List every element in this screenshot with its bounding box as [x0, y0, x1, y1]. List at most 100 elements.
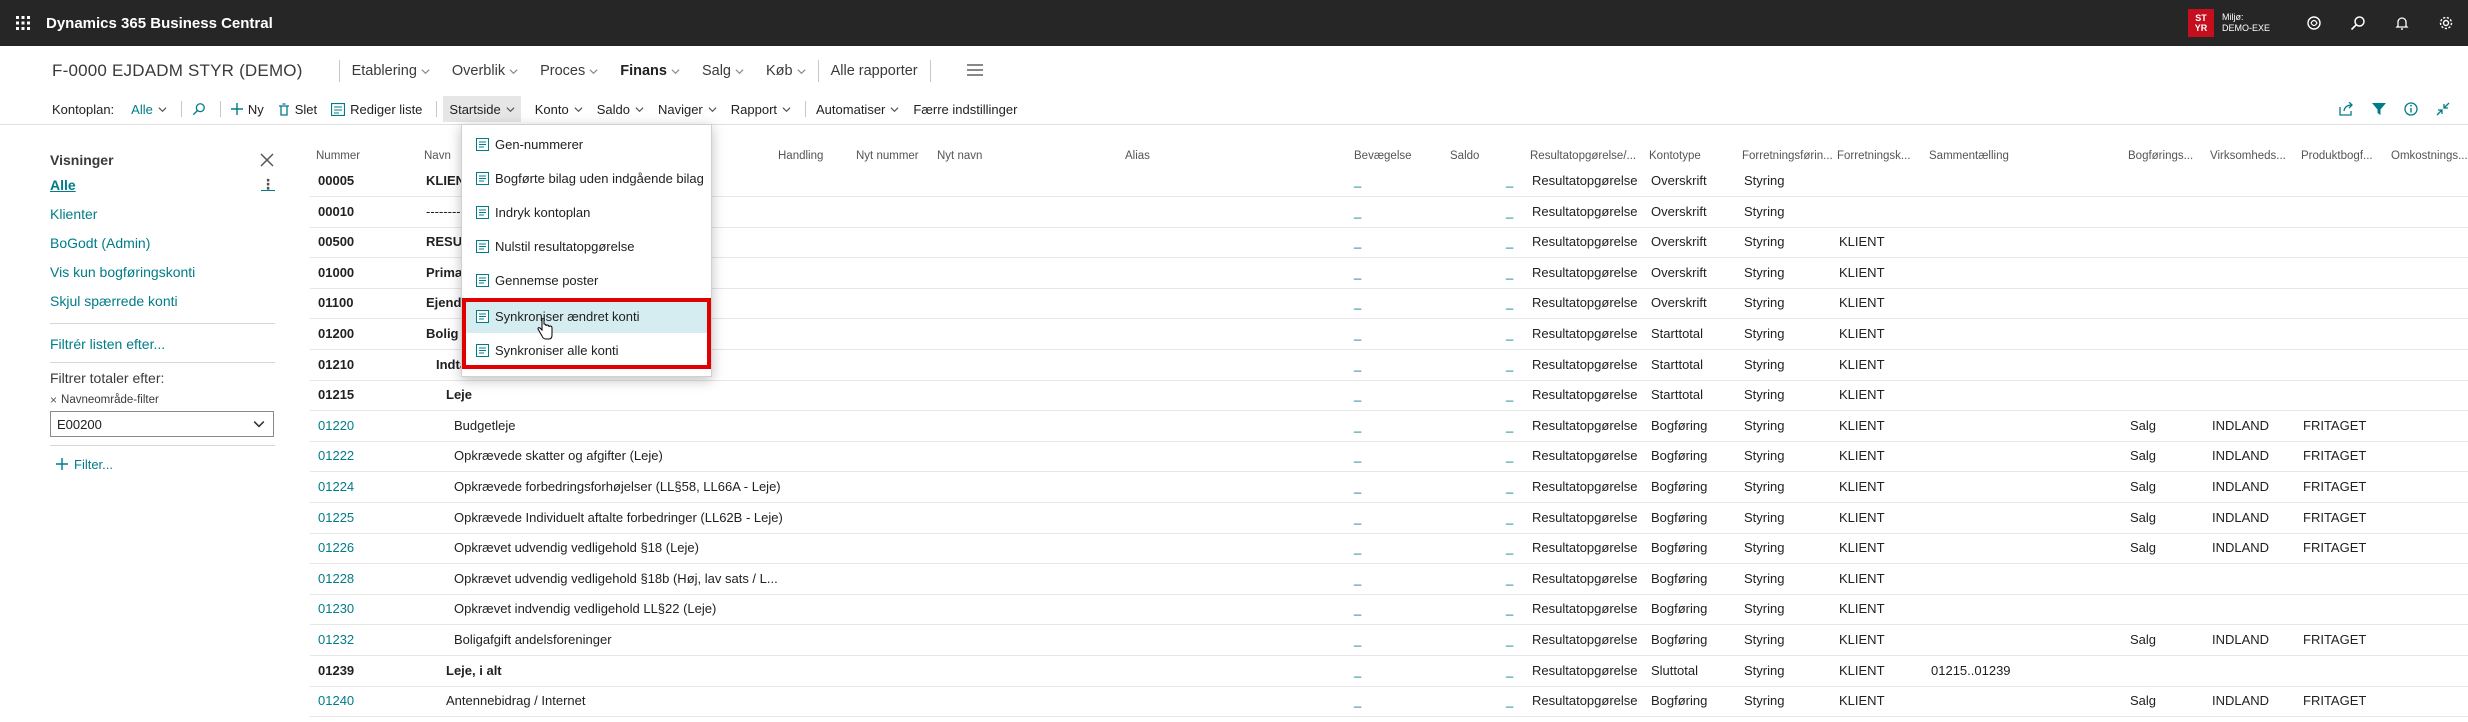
account-type: Starttotal [1651, 356, 1704, 372]
balance-link: _ [1506, 356, 1514, 372]
divider [0, 124, 2468, 125]
collapse-icon[interactable] [2436, 102, 2450, 116]
namespace-filter-chip[interactable]: × Navneområde-filter [50, 391, 275, 409]
movement-link: _ [1354, 295, 1362, 311]
account-number: 00005 [318, 173, 355, 188]
column-header[interactable]: Forretningsførin... [1742, 150, 1833, 162]
table-row[interactable]: 01240 Antennebidrag / Internet _ _ Resultato… [310, 686, 2468, 718]
namespace-filter-select[interactable]: E00200 [50, 411, 274, 437]
nav-all-reports[interactable]: Alle rapporter [831, 63, 918, 79]
startside-menu[interactable]: Startside [443, 96, 521, 122]
table-row[interactable]: 01228 Opkrævet udvendig vedligehold §18b … [310, 564, 2468, 595]
column-header[interactable]: Omkostnings... [2391, 150, 2468, 162]
list-search-button[interactable] [192, 96, 206, 122]
account-number[interactable]: 01230 [318, 594, 354, 624]
column-header[interactable]: Nyt nummer [856, 150, 919, 162]
account-number[interactable]: 01220 [318, 411, 354, 441]
nav-etablering[interactable]: Etablering [352, 63, 430, 79]
column-header[interactable]: Virksomheds... [2210, 150, 2286, 162]
vat-bus-posting-group: INDLAND [2212, 448, 2270, 464]
copilot-icon[interactable] [2292, 0, 2336, 46]
delete-button[interactable]: Slet [278, 96, 317, 122]
naviger-menu[interactable]: Naviger [658, 96, 717, 122]
column-header[interactable]: Nyt navn [937, 150, 982, 162]
column-header[interactable]: Kontotype [1649, 150, 1701, 162]
nav-salg[interactable]: Salg [702, 63, 744, 79]
edit-list-button[interactable]: Rediger liste [331, 96, 422, 122]
dropdown-item[interactable]: Gen-nummerer [462, 127, 711, 161]
divider [50, 362, 275, 363]
income-balance: Resultatopgørelse [1532, 570, 1638, 586]
dropdown-item[interactable]: Bogførte bilag uden indgående bilag [462, 161, 711, 195]
view-vis-kun-bogfoeringskonti[interactable]: Vis kun bogføringskonti [50, 257, 275, 286]
table-row[interactable]: 01230 Opkrævet indvendig vedligehold LL§2… [310, 594, 2468, 626]
divider [805, 101, 807, 117]
column-header[interactable]: Resultatopgørelse/... [1530, 150, 1636, 162]
table-row[interactable]: 01226 Opkrævet udvendig vedligehold §18 (… [310, 533, 2468, 565]
dropdown-item[interactable]: Indryk kontoplan [462, 195, 711, 229]
kontoplan-filter[interactable]: Kontoplan: Alle [52, 96, 167, 122]
automatiser-menu[interactable]: Automatiser [816, 96, 899, 122]
renumber-icon [476, 137, 489, 151]
more-options-icon[interactable]: ⋮ [261, 176, 275, 193]
konto-menu[interactable]: Konto [535, 96, 583, 122]
account-number[interactable]: 01222 [318, 441, 354, 471]
column-header[interactable]: Alias [1125, 150, 1150, 162]
column-header[interactable]: Bogførings... [2128, 150, 2193, 162]
table-row[interactable]: 01224 Opkrævede forbedringsforhøjelser (L… [310, 472, 2468, 503]
movement-link: _ [1354, 479, 1362, 494]
table-row[interactable]: 01232 Boligafgift andelsforeninger _ _ Resul… [310, 625, 2468, 656]
column-header[interactable]: Sammentælling [1929, 150, 2009, 162]
column-header[interactable]: Handling [778, 150, 823, 162]
dropdown-item[interactable]: Nulstil resultatopgørelse [462, 229, 711, 263]
income-balance: Resultatopgørelse [1532, 356, 1638, 372]
table-row[interactable]: 01225 Opkrævede Individuelt aftalte forbe… [310, 503, 2468, 534]
account-number[interactable]: 01232 [318, 625, 354, 655]
table-row[interactable]: 01239 Leje, i alt _ _ Resultatopgørelse Slutt… [310, 656, 2468, 687]
add-filter-button[interactable]: Filter... [50, 450, 275, 478]
income-balance: Resultatopgørelse [1532, 509, 1638, 525]
search-icon[interactable] [2336, 0, 2380, 46]
app-title[interactable]: Dynamics 365 Business Central [46, 15, 273, 32]
balance-link: _ [1506, 295, 1514, 311]
column-header[interactable]: Nummer [316, 150, 360, 162]
bell-icon[interactable] [2380, 0, 2424, 46]
column-header[interactable]: Forretningsk... [1837, 150, 1911, 162]
view-bogodt-admin[interactable]: BoGodt (Admin) [50, 228, 275, 257]
account-number[interactable]: 01228 [318, 564, 354, 594]
info-icon[interactable] [2404, 102, 2418, 116]
nav-finans[interactable]: Finans [620, 63, 680, 79]
column-header[interactable]: Produktbogf... [2301, 150, 2373, 162]
hamburger-menu-icon[interactable] [966, 63, 983, 79]
nav-proces[interactable]: Proces [540, 63, 598, 79]
product-posting-group: FRITAGET [2303, 479, 2367, 494]
rapport-menu[interactable]: Rapport [731, 96, 791, 122]
filter-icon[interactable] [2372, 102, 2386, 116]
nav-koeb[interactable]: Køb [766, 63, 806, 79]
column-header[interactable]: Navn [424, 150, 451, 162]
close-icon[interactable] [259, 152, 275, 168]
table-row[interactable]: 01215 Leje _ _ Resultatopgørelse Starttotal St… [310, 380, 2468, 412]
view-skjul-spaerrede-konti[interactable]: Skjul spærrede konti [50, 286, 275, 315]
posting-type: Salg [2130, 509, 2157, 525]
table-row[interactable]: 01220 Budgetleje _ _ Resultatopgørelse Bogfør… [310, 411, 2468, 442]
balance-link: _ [1506, 479, 1514, 494]
account-number[interactable]: 01226 [318, 533, 354, 563]
gear-icon[interactable] [2424, 0, 2468, 46]
app-launcher-icon[interactable] [0, 0, 46, 46]
share-icon[interactable] [2339, 102, 2354, 116]
nav-overblik[interactable]: Overblik [452, 63, 518, 79]
fewer-options-button[interactable]: Færre indstillinger [913, 96, 1017, 122]
account-number[interactable]: 01224 [318, 472, 354, 502]
table-row[interactable]: 01222 Opkrævede skatter og afgifter (Leje… [310, 441, 2468, 473]
movement-link: _ [1354, 234, 1362, 250]
dropdown-item[interactable]: Gennemse poster [462, 263, 711, 297]
filter-list-link[interactable]: Filtrér listen efter... [50, 330, 275, 358]
saldo-menu[interactable]: Saldo [597, 96, 644, 122]
account-number[interactable]: 01225 [318, 503, 354, 533]
remove-icon[interactable]: × [50, 393, 57, 407]
new-button[interactable]: Ny [230, 96, 264, 122]
view-alle[interactable]: Alle ⋮ [50, 170, 275, 199]
account-number[interactable]: 01240 [318, 686, 354, 716]
view-klienter[interactable]: Klienter [50, 199, 275, 228]
